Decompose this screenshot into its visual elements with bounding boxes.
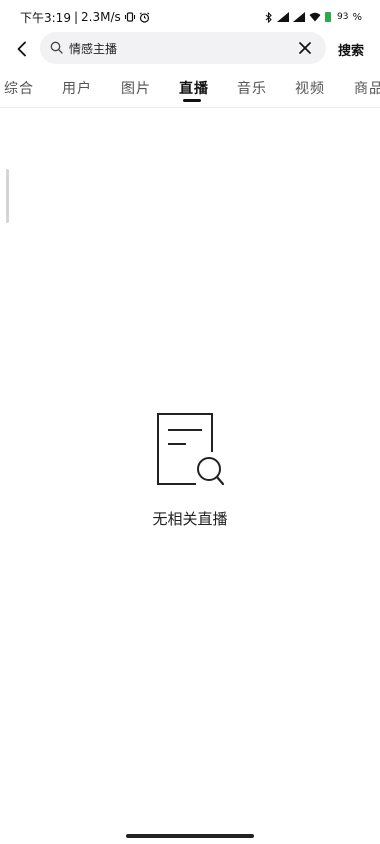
battery-level: 93 xyxy=(337,12,349,22)
wifi-icon xyxy=(309,12,321,22)
tab-divider xyxy=(0,107,380,108)
scroll-indicator xyxy=(6,169,9,223)
tab-products[interactable]: 商品 xyxy=(354,78,380,98)
empty-message: 无相关直播 xyxy=(152,510,228,528)
back-arrow-icon xyxy=(17,41,26,57)
search-input[interactable]: 情感主播 xyxy=(40,32,326,64)
status-time: 下午3:19 xyxy=(20,10,71,25)
active-tab-indicator xyxy=(183,99,201,102)
clear-button[interactable] xyxy=(290,33,320,63)
tab-all[interactable]: 综合 xyxy=(4,78,34,98)
vibrate-icon xyxy=(124,12,136,22)
signal-icon-1 xyxy=(277,12,290,22)
tab-live[interactable]: 直播 xyxy=(179,78,209,98)
search-header: 情感主播 搜索 xyxy=(0,32,380,66)
home-indicator[interactable] xyxy=(126,834,254,838)
status-left: 下午3:19 | 2.3M/s xyxy=(20,9,150,26)
battery-icon xyxy=(325,12,332,22)
close-icon xyxy=(299,42,311,54)
search-button[interactable]: 搜索 xyxy=(338,40,364,59)
bluetooth-icon xyxy=(265,11,273,23)
tab-videos[interactable]: 视频 xyxy=(295,78,325,98)
signal-icon-2 xyxy=(293,12,306,22)
tab-music[interactable]: 音乐 xyxy=(237,78,267,98)
empty-state: 无相关直播 xyxy=(0,410,380,529)
search-query[interactable]: 情感主播 xyxy=(69,40,290,57)
document-search-icon xyxy=(154,410,226,490)
network-speed: 2.3M/s xyxy=(81,10,121,24)
search-icon xyxy=(50,39,63,58)
back-button[interactable] xyxy=(5,32,39,66)
status-right: 93 % xyxy=(265,11,362,23)
alarm-icon xyxy=(139,11,150,23)
status-bar: 下午3:19 | 2.3M/s 93 % xyxy=(0,0,380,34)
tab-users[interactable]: 用户 xyxy=(62,78,92,98)
tab-images[interactable]: 图片 xyxy=(121,78,151,98)
status-separator: | xyxy=(73,10,78,24)
status-extra: % xyxy=(352,11,362,23)
